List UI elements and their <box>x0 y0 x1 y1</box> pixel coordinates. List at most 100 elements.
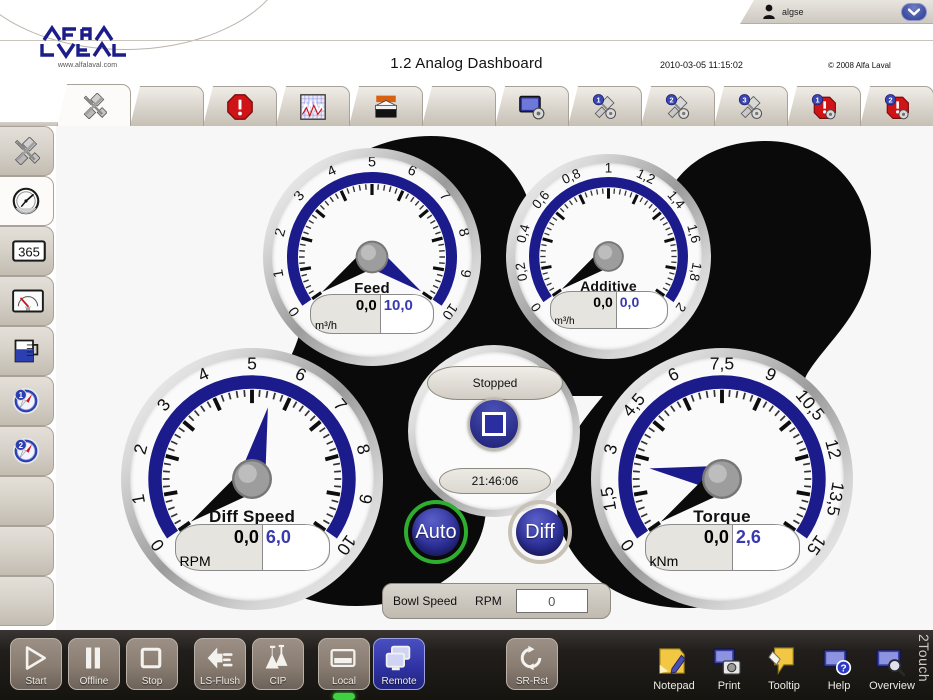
local-button[interactable]: Local <box>318 638 370 690</box>
start-button[interactable]: Start <box>10 638 62 690</box>
gauge-feed-setpoint-field[interactable]: 10,0 <box>379 295 433 333</box>
svg-text:7: 7 <box>436 188 453 204</box>
svg-text:0: 0 <box>528 300 545 315</box>
svg-text:3: 3 <box>742 95 746 104</box>
sr-rst-button[interactable]: SR-Rst <box>506 638 558 690</box>
svg-text:2: 2 <box>272 227 289 239</box>
svg-text:8: 8 <box>353 442 374 457</box>
notepad-button[interactable]: Notepad <box>643 636 705 692</box>
tooltip-button[interactable]: Tooltip <box>753 636 815 692</box>
svg-text:4: 4 <box>195 363 213 385</box>
sidebar-item-blank-3[interactable] <box>0 576 54 626</box>
gauge-diff-speed-face: 0 1 2 3 4 5 6 7 8 9 10 Diff Speed 0,0 RPM 6,0 <box>130 357 374 601</box>
tab-separator-3-settings[interactable]: 3 <box>714 86 788 126</box>
gauge-clock-icon <box>12 187 42 215</box>
cip-button[interactable]: CIP <box>252 638 304 690</box>
gauge-torque-readout: 0,0 kNm 2,6 <box>644 524 800 572</box>
gauge-diff-speed-setpoint: 6,0 <box>265 527 291 548</box>
notepad-button-label: Notepad <box>653 680 695 692</box>
remote-monitors-icon <box>384 644 414 671</box>
compass-2-icon: 2 <box>12 437 42 465</box>
ls-flush-button-label: LS-Flush <box>199 676 240 687</box>
tab-separator-2-settings[interactable]: 2 <box>641 86 715 126</box>
tab-machine[interactable] <box>349 86 423 126</box>
overview-button[interactable]: Overview <box>861 636 923 692</box>
gauge-torque-unit: kNm <box>649 553 679 570</box>
svg-text:W: W <box>25 307 30 313</box>
play-icon <box>21 644 51 670</box>
dashboard-canvas: 0 1 2 3 4 5 6 7 8 9 10 Feed 0,0 m³/h 10,0 0 0,2 0,4 0,6 0,8… <box>56 126 933 630</box>
tab-blank-1[interactable] <box>130 86 204 126</box>
header-copyright: © 2008 Alfa Laval <box>828 61 891 70</box>
tab-alarm-1-settings[interactable]: 1 <box>787 86 861 126</box>
gauge-diff-speed-unit: RPM <box>179 553 211 570</box>
svg-text:5: 5 <box>247 357 257 374</box>
tab-trends[interactable] <box>276 86 350 126</box>
gauge-additive-unit: m³/h <box>554 316 575 328</box>
page-title: 1.2 Analog Dashboard <box>390 55 543 72</box>
remote-button[interactable]: Remote <box>373 638 425 690</box>
365-icon: 365 <box>11 237 46 265</box>
left-sidebar: 365 W 1 2 <box>0 126 56 630</box>
tab-alarms[interactable] <box>203 86 277 126</box>
sidebar-item-365[interactable]: 365 <box>0 226 54 276</box>
svg-text:2: 2 <box>888 95 892 104</box>
print-button-label: Print <box>717 680 741 692</box>
tooltip-brush-icon <box>767 646 801 678</box>
overview-magnifier-icon <box>875 646 909 678</box>
gauge-torque: 0 1,5 3 4,5 6 7,5 9 10,5 12 13,5 15 Torque 0,0 kNm 2,6 <box>591 348 853 610</box>
user-avatar-icon <box>763 4 775 19</box>
stop-button-label: Stop <box>141 676 163 687</box>
svg-text:0: 0 <box>616 535 638 555</box>
print-button[interactable]: Print <box>698 636 760 692</box>
sidebar-item-process[interactable] <box>0 126 54 176</box>
tab-separator-1-settings[interactable]: 1 <box>568 86 642 126</box>
chevron-down-icon[interactable] <box>901 2 927 21</box>
sr-rst-button-label: SR-Rst <box>515 676 549 687</box>
svg-text:0,4: 0,4 <box>515 222 533 244</box>
sidebar-item-liquid-level[interactable] <box>0 326 54 376</box>
sidebar-item-blank-1[interactable] <box>0 476 54 526</box>
tab-blank-2[interactable] <box>422 86 496 126</box>
tab-system-settings[interactable] <box>495 86 569 126</box>
tab-alarm-2-settings[interactable]: 2 <box>860 86 933 126</box>
svg-text:1: 1 <box>272 268 287 279</box>
gauge-diff-speed-readout: 0,0 RPM 6,0 <box>174 524 330 572</box>
svg-text:3: 3 <box>600 442 621 457</box>
gauge-additive-face: 0 0,2 0,4 0,6 0,8 1 1,2 1,4 1,6 1,8 2 Additive 0,0 m³… <box>515 163 702 350</box>
sidebar-item-power-meter[interactable]: W <box>0 276 54 326</box>
sidebar-item-analog-dashboard[interactable] <box>0 176 54 226</box>
svg-text:1: 1 <box>18 391 23 400</box>
gauge-additive: 0 0,2 0,4 0,6 0,8 1 1,2 1,4 1,6 1,8 2 Additive 0,0 m³… <box>506 154 711 359</box>
notepad-pencil-icon <box>657 646 691 678</box>
machine-icon <box>373 94 399 120</box>
user-menu[interactable]: algse <box>740 0 933 24</box>
gauge-diff-speed-setpoint-field[interactable]: 6,0 <box>261 525 329 571</box>
cip-button-label: CIP <box>269 676 287 687</box>
sidebar-item-separator-2[interactable]: 2 <box>0 426 54 476</box>
flush-arrow-icon <box>205 644 235 670</box>
gauge-feed-readout: 0,0 m³/h 10,0 <box>310 294 434 334</box>
auto-button[interactable]: Auto <box>404 500 468 564</box>
stop-machine-button[interactable] <box>468 398 520 450</box>
sidebar-item-separator-1[interactable]: 1 <box>0 376 54 426</box>
svg-text:9: 9 <box>457 268 472 279</box>
offline-button[interactable]: Offline <box>68 638 120 690</box>
bowl-speed-value[interactable]: 0 <box>515 589 588 613</box>
gauge-additive-setpoint-field[interactable]: 0,0 <box>615 292 667 329</box>
sidebar-item-blank-2[interactable] <box>0 526 54 576</box>
status-badge: Stopped <box>427 366 563 400</box>
alarm-2-gear-icon: 2 <box>884 93 910 120</box>
ls-flush-button[interactable]: LS-Flush <box>194 638 246 690</box>
separator-1-gear-icon: 1 <box>592 93 618 120</box>
gauge-feed-value-panel: 0,0 m³/h <box>311 295 380 333</box>
svg-text:1,6: 1,6 <box>684 223 702 245</box>
tab-process-overview[interactable] <box>57 84 131 126</box>
gauge-torque-setpoint-field[interactable]: 2,6 <box>731 525 799 571</box>
diff-button[interactable]: Diff <box>508 500 572 564</box>
svg-text:0: 0 <box>146 535 168 555</box>
svg-text:2: 2 <box>130 442 151 457</box>
stop-button[interactable]: Stop <box>126 638 178 690</box>
local-monitor-icon <box>329 644 359 670</box>
help-question-icon: ? <box>822 646 856 678</box>
